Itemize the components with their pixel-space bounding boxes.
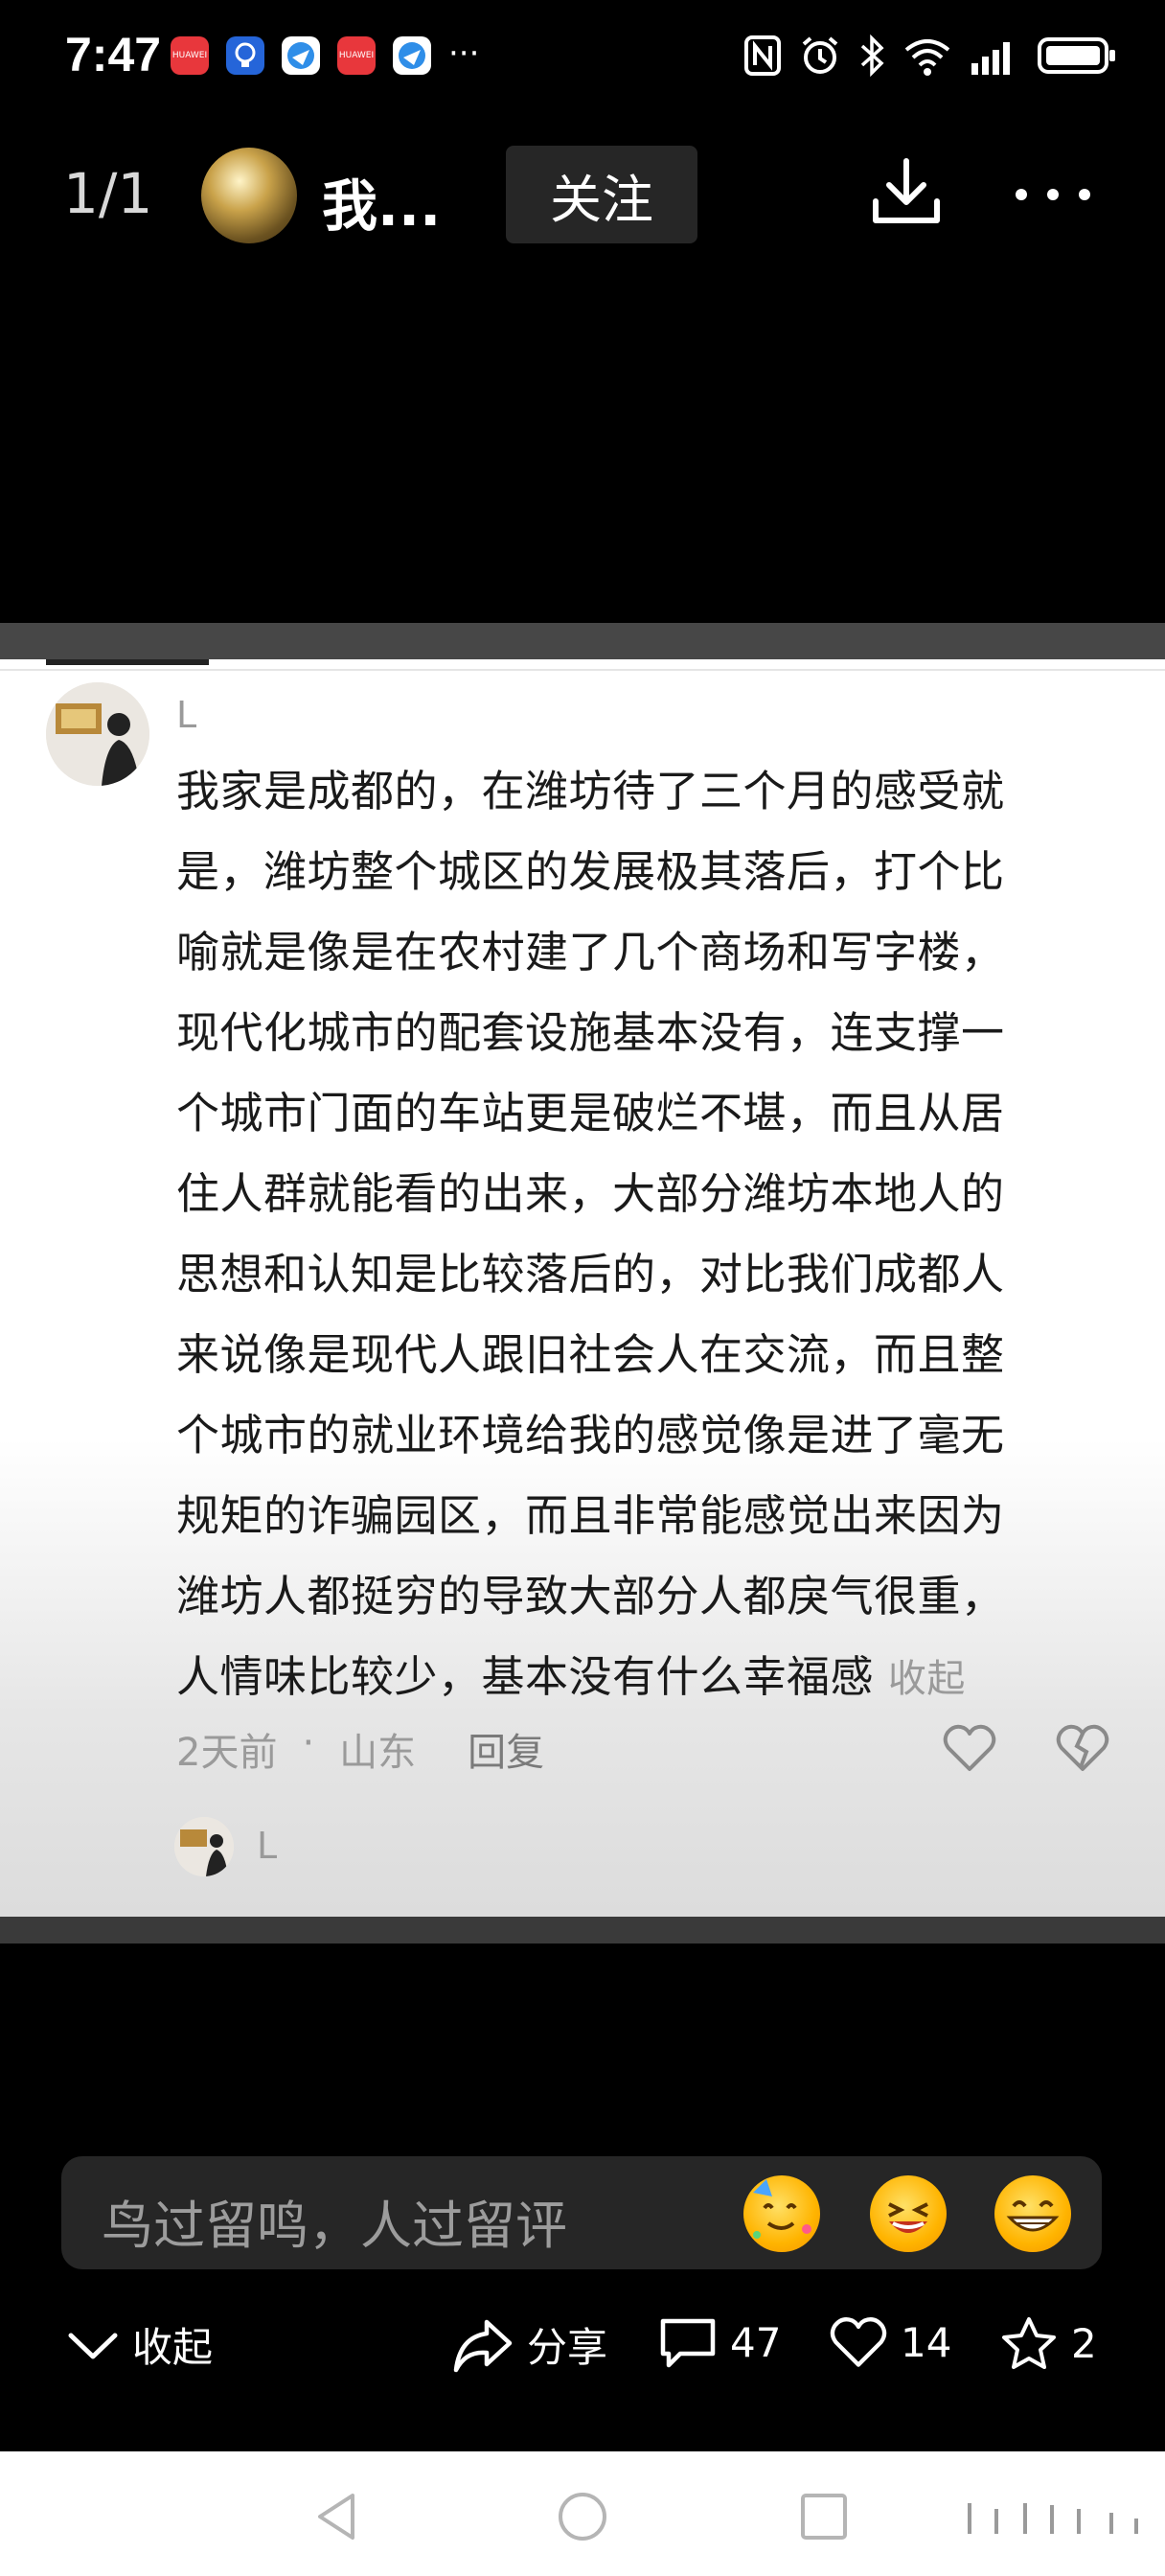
status-bar: 7:47 HUAWEI HUAWEI ··· [0, 0, 1165, 115]
recents-nav-icon[interactable] [799, 2492, 849, 2542]
comment-time: 2天前 [176, 1731, 278, 1775]
huawei-app-icon: HUAWEI [171, 36, 209, 75]
comment-line: 现代化城市的配套设施基本没有，连支撑一 [176, 1007, 1005, 1058]
system-icons [743, 33, 1117, 79]
comment-location: 山东 [339, 1731, 417, 1775]
status-time: 7:47 [65, 28, 162, 81]
comment-collapse-link[interactable]: 收起 [888, 1657, 966, 1701]
favorite-button[interactable]: 2 [1000, 2315, 1097, 2371]
comment-line: 规矩的诈骗园区，而且非常能感觉出来因为 [176, 1490, 1005, 1541]
reply-author-avatar [174, 1817, 234, 1876]
comment-line-text: 人情味比较少，基本没有什么幸福感 [176, 1651, 875, 1702]
broken-heart-icon[interactable] [1056, 1723, 1109, 1773]
favorites-count: 2 [1071, 2319, 1097, 2367]
emoji-grinning-icon[interactable] [994, 2175, 1071, 2252]
comment-meta: 2天前 · 山东 回复 [176, 1721, 544, 1777]
tab-indicator [46, 659, 209, 665]
comment-body: 我家是成都的，在潍坊待了三个月的感受就 是，潍坊整个城区的发展极其落后，打个比 … [176, 751, 1134, 1719]
post-image[interactable]: L 我家是成都的，在潍坊待了三个月的感受就 是，潍坊整个城区的发展极其落后，打个… [0, 659, 1165, 1917]
comment-input-placeholder: 鸟过留鸣，人过留评 [102, 2196, 567, 2256]
keyboard-switch-icon[interactable] [968, 2499, 1140, 2538]
share-icon [453, 2319, 513, 2372]
comment-line: 人情味比较少，基本没有什么幸福感 收起 [176, 1637, 1134, 1719]
huawei-app-icon: HUAWEI [337, 36, 376, 75]
wifi-icon [904, 39, 950, 76]
comments-count: 47 [730, 2318, 782, 2366]
collapse-label: 收起 [132, 2324, 214, 2371]
reply-author-name: L [257, 1825, 278, 1867]
comment-input[interactable]: 鸟过留鸣，人过留评 [61, 2156, 1102, 2269]
more-notifications-icon: ··· [448, 34, 480, 73]
heart-icon [830, 2317, 887, 2367]
page-counter: 1/1 [63, 161, 153, 226]
alarm-icon [802, 36, 838, 74]
home-nav-icon[interactable] [556, 2490, 609, 2543]
nfc-icon [744, 35, 781, 76]
comment-line: 个城市的就业环境给我的感觉像是进了毫无 [176, 1410, 1005, 1460]
author-avatar[interactable] [201, 148, 297, 243]
heart-icon[interactable] [943, 1723, 996, 1773]
comment-line: 思想和认知是比较落后的，对比我们成都人 [176, 1249, 1005, 1300]
meta-separator: · [302, 1721, 315, 1765]
comment-line: 个城市门面的车站更是破烂不堪，而且从居 [176, 1088, 1005, 1138]
back-nav-icon[interactable] [310, 2490, 364, 2543]
image-bottom-band [0, 1917, 1165, 1944]
signal-icon [971, 42, 1010, 75]
more-options-icon[interactable] [1010, 171, 1096, 218]
comment-icon [660, 2318, 716, 2368]
comment-line: 我家是成都的，在潍坊待了三个月的感受就 [176, 766, 1005, 816]
emoji-laughing-icon[interactable] [870, 2175, 947, 2252]
browser-app-icon [393, 36, 431, 75]
comment-line: 潍坊人都挺穷的导致大部分人都戾气很重， [176, 1571, 1005, 1622]
share-label: 分享 [527, 2324, 608, 2371]
emoji-party-icon[interactable] [743, 2175, 820, 2252]
comment-line: 来说像是现代人跟旧社会人在交流，而且整 [176, 1329, 1005, 1380]
bluetooth-icon [860, 34, 884, 77]
download-icon[interactable] [868, 153, 945, 230]
comment-line: 住人群就能看的出来，大部分潍坊本地人的 [176, 1168, 1005, 1219]
collapse-button[interactable]: 收起 [67, 2315, 213, 2374]
action-bar: 收起 分享 47 14 2 [0, 2304, 1165, 2390]
follow-button[interactable]: 关注 [506, 146, 697, 243]
divider [0, 669, 1165, 671]
comment-line: 是，潍坊整个城区的发展极其落后，打个比 [176, 846, 1005, 897]
like-button[interactable]: 14 [830, 2315, 951, 2369]
comments-button[interactable]: 47 [659, 2315, 781, 2369]
reply-button[interactable]: 回复 [468, 1721, 544, 1777]
star-icon [1002, 2317, 1056, 2369]
system-nav-bar [0, 2451, 1165, 2576]
image-top-band [0, 623, 1165, 659]
author-name[interactable]: 我... [322, 161, 441, 242]
battery-icon [1038, 37, 1115, 74]
likes-count: 14 [901, 2318, 952, 2366]
comment-line: 喻就是像是在农村建了几个商场和写字楼， [176, 927, 1005, 978]
commenter-avatar [46, 682, 149, 786]
browser-app-icon [282, 36, 320, 75]
chevron-down-icon [68, 2333, 118, 2358]
bulb-app-icon [226, 36, 264, 75]
share-button[interactable]: 分享 [452, 2315, 607, 2374]
commenter-name: L [176, 694, 197, 736]
